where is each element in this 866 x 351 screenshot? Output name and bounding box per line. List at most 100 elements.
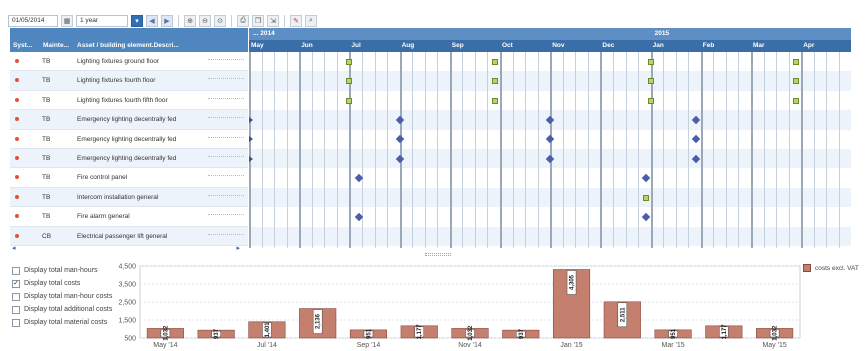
table-row[interactable]: TB Fire control panel: [10, 168, 248, 188]
dropdown-icon[interactable]: ▾: [131, 14, 143, 27]
print-icon[interactable]: ⎙: [237, 14, 249, 27]
next-arrow-icon[interactable]: ▶: [161, 14, 173, 27]
table-row[interactable]: CB Electrical passenger lift general: [10, 226, 248, 246]
checkbox[interactable]: [12, 305, 20, 314]
week-gridline: [324, 52, 326, 248]
maintenance-task-marker[interactable]: [346, 58, 353, 65]
edit-icon[interactable]: ✎: [290, 14, 302, 27]
grid-horizontal-scrollbar[interactable]: ◂ ▸: [10, 244, 240, 252]
table-row[interactable]: TB Lighting fixtures fourth floor: [10, 71, 248, 91]
checkbox[interactable]: [12, 266, 20, 275]
gantt-timeline-area[interactable]: [249, 52, 851, 248]
checkbox[interactable]: ✓: [12, 279, 20, 288]
earlier-task-arrow-icon[interactable]: [249, 136, 253, 143]
table-row[interactable]: TB Intercom installation general: [10, 187, 248, 208]
scroll-right-icon[interactable]: ▸: [236, 244, 240, 252]
y-tick-label: 2,500: [118, 300, 136, 307]
maintenance-task-marker[interactable]: [346, 97, 353, 104]
display-option[interactable]: Display total additional costs: [12, 303, 112, 316]
week-gridline: [725, 52, 727, 248]
week-gridline: [311, 52, 313, 248]
table-row[interactable]: TB Emergency lighting decentrally fed: [10, 148, 248, 169]
search-icon[interactable]: ⌕: [305, 14, 317, 27]
checkbox[interactable]: [12, 292, 20, 301]
export-icon[interactable]: ⇲: [267, 14, 279, 27]
display-options: Display total man-hours ✓ Display total co…: [12, 264, 112, 329]
earlier-task-arrow-icon[interactable]: [249, 116, 253, 123]
week-gridline: [713, 52, 715, 248]
month-label: Jan: [652, 42, 664, 49]
panel-splitter-handle[interactable]: [425, 253, 451, 256]
legend-swatch: [803, 264, 811, 272]
status-dot: [15, 136, 19, 141]
inspection-marker[interactable]: [545, 135, 555, 144]
maintenance-task-marker[interactable]: [491, 58, 498, 65]
gantt-vertical-scrollbar[interactable]: [851, 28, 861, 248]
status-dot: [15, 194, 19, 199]
x-tick-label: May '15: [762, 342, 786, 349]
month-label: Apr: [803, 42, 815, 49]
header-maintenance[interactable]: Mainte...: [43, 42, 69, 49]
month-label: Dec: [602, 42, 615, 49]
table-row[interactable]: TB Lighting fixtures fourth fifth floor: [10, 91, 248, 111]
inspection-marker[interactable]: [691, 135, 701, 144]
asset-description-cell: Fire alarm general: [77, 213, 130, 221]
display-option[interactable]: Display total material costs: [12, 316, 112, 329]
maintenance-task-marker[interactable]: [647, 78, 654, 85]
maintenance-type-cell: TB: [42, 58, 51, 65]
week-gridline: [424, 52, 426, 248]
table-row[interactable]: TB Emergency lighting decentrally fed: [10, 130, 248, 149]
display-option[interactable]: Display total man-hour costs: [12, 290, 112, 303]
week-gridline: [826, 52, 828, 248]
x-tick-label: Sep '14: [357, 342, 381, 349]
cell-filler: [208, 136, 244, 138]
start-date-field[interactable]: 01/05/2014: [8, 14, 58, 27]
week-gridline: [776, 52, 778, 248]
grid-header: Syst... Mainte... Asset / building eleme…: [10, 28, 248, 52]
month-label: Feb: [702, 42, 715, 49]
month-gridline: [399, 52, 402, 248]
header-asset-description[interactable]: Asset / building element.Descri...: [77, 42, 179, 49]
option-label: Display total material costs: [24, 319, 108, 326]
maintenance-task-marker[interactable]: [491, 97, 498, 104]
month-label: Nov: [552, 42, 565, 49]
display-option[interactable]: Display total man-hours: [12, 264, 112, 277]
month-gridline: [500, 52, 502, 248]
table-row[interactable]: TB Fire alarm general: [10, 207, 248, 227]
bar-data-label: 951: [366, 328, 372, 339]
inspection-marker[interactable]: [395, 135, 404, 144]
week-gridline: [663, 52, 665, 248]
maintenance-task-marker[interactable]: [346, 78, 353, 85]
inspection-marker[interactable]: [641, 173, 650, 183]
table-row[interactable]: TB Lighting fixtures ground floor: [10, 52, 248, 72]
header-system[interactable]: Syst...: [13, 42, 32, 49]
bar-data-label: 4,305: [570, 274, 576, 290]
copy-icon[interactable]: ❐: [252, 14, 264, 27]
scroll-left-icon[interactable]: ◂: [12, 244, 16, 252]
checkbox[interactable]: [12, 318, 20, 327]
maintenance-task-marker[interactable]: [642, 194, 649, 201]
maintenance-task-marker[interactable]: [491, 78, 498, 85]
zoom-in-icon[interactable]: ⊕: [184, 14, 196, 27]
week-gridline: [688, 52, 690, 248]
y-tick-label: 500: [124, 336, 136, 343]
maintenance-task-marker[interactable]: [647, 97, 654, 104]
gantt-month-header: May Jun Jul Aug Sep Oct Nov Dec Jan Feb Mar Apr: [249, 40, 851, 52]
maintenance-task-marker[interactable]: [793, 97, 800, 104]
maintenance-task-marker[interactable]: [793, 78, 800, 85]
prev-arrow-icon[interactable]: ◀: [146, 14, 158, 27]
maintenance-task-marker[interactable]: [793, 58, 800, 65]
maintenance-type-cell: TB: [42, 77, 51, 85]
zoom-reset-icon[interactable]: ⊙: [214, 14, 226, 27]
earlier-task-arrow-icon[interactable]: [249, 155, 253, 162]
bar-data-label: 951: [671, 328, 677, 339]
zoom-out-icon[interactable]: ⊖: [199, 14, 211, 27]
display-option[interactable]: ✓ Display total costs: [12, 277, 112, 290]
status-dot: [15, 59, 19, 63]
period-select[interactable]: 1 year: [76, 14, 128, 27]
table-row[interactable]: TB Emergency lighting decentrally fed: [10, 110, 248, 130]
calendar-icon[interactable]: ▦: [61, 14, 73, 27]
maintenance-task-marker[interactable]: [647, 58, 654, 65]
y-tick-label: 1,500: [118, 318, 136, 325]
inspection-marker[interactable]: [641, 212, 650, 222]
